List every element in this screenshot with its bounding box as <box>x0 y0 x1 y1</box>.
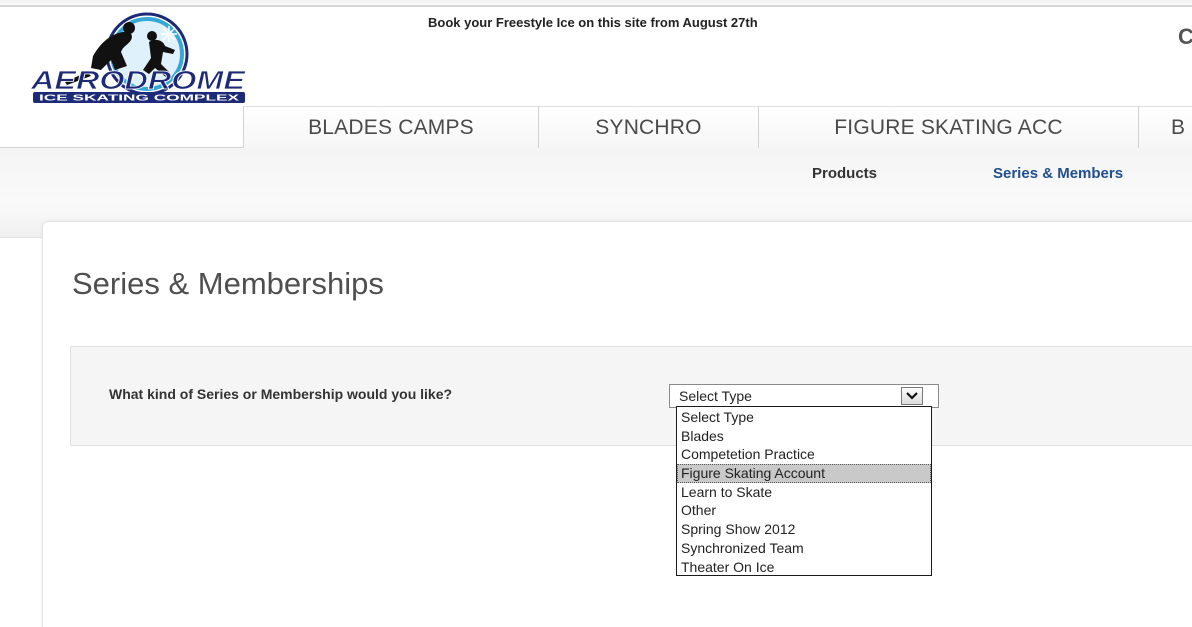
membership-type-label: What kind of Series or Membership would … <box>109 386 453 402</box>
nav-tab-figure-skating-acc[interactable]: FIGURE SKATING ACC <box>758 106 1138 148</box>
top-divider <box>0 5 1192 7</box>
option-other[interactable]: Other <box>677 501 931 520</box>
header-partial-text: C <box>1178 24 1192 49</box>
option-figure-skating-account[interactable]: Figure Skating Account <box>677 464 931 483</box>
skaters-logo-icon: AERODROME ICE SKATING COMPLEX <box>31 12 246 103</box>
option-select-type[interactable]: Select Type <box>677 408 931 427</box>
option-competetion-practice[interactable]: Competetion Practice <box>677 445 931 464</box>
page-title: Series & Memberships <box>72 266 384 301</box>
membership-type-select[interactable]: Select Type <box>669 384 939 408</box>
logo-tagline: ICE SKATING COMPLEX <box>39 94 240 103</box>
chevron-down-glyph <box>906 392 918 400</box>
main-navigation: BLADES CAMPS SYNCHRO FIGURE SKATING ACC … <box>0 106 1192 148</box>
site-logo[interactable]: AERODROME ICE SKATING COMPLEX <box>31 12 247 104</box>
nav-tab-blades-camps[interactable]: BLADES CAMPS <box>243 106 538 148</box>
option-spring-show-2012[interactable]: Spring Show 2012 <box>677 520 931 539</box>
option-blades[interactable]: Blades <box>677 427 931 446</box>
subnav-series-memberships-link[interactable]: Series & Members <box>993 165 1123 182</box>
chevron-down-icon[interactable] <box>901 387 923 405</box>
option-theater-on-ice[interactable]: Theater On Ice <box>677 558 931 577</box>
nav-tab-synchro[interactable]: SYNCHRO <box>538 106 758 148</box>
announcement-banner: Book your Freestyle Ice on this site fro… <box>428 15 758 30</box>
nav-tab-truncated[interactable]: B <box>1138 106 1192 148</box>
subnav-products-link[interactable]: Products <box>812 165 877 182</box>
select-current-value: Select Type <box>679 388 752 404</box>
option-learn-to-skate[interactable]: Learn to Skate <box>677 483 931 502</box>
logo-wordmark: AERODROME <box>31 65 246 95</box>
option-synchronized-team[interactable]: Synchronized Team <box>677 539 931 558</box>
membership-type-options: Select Type Blades Competetion Practice … <box>676 406 932 576</box>
page: AERODROME ICE SKATING COMPLEX Book your … <box>0 0 1192 627</box>
